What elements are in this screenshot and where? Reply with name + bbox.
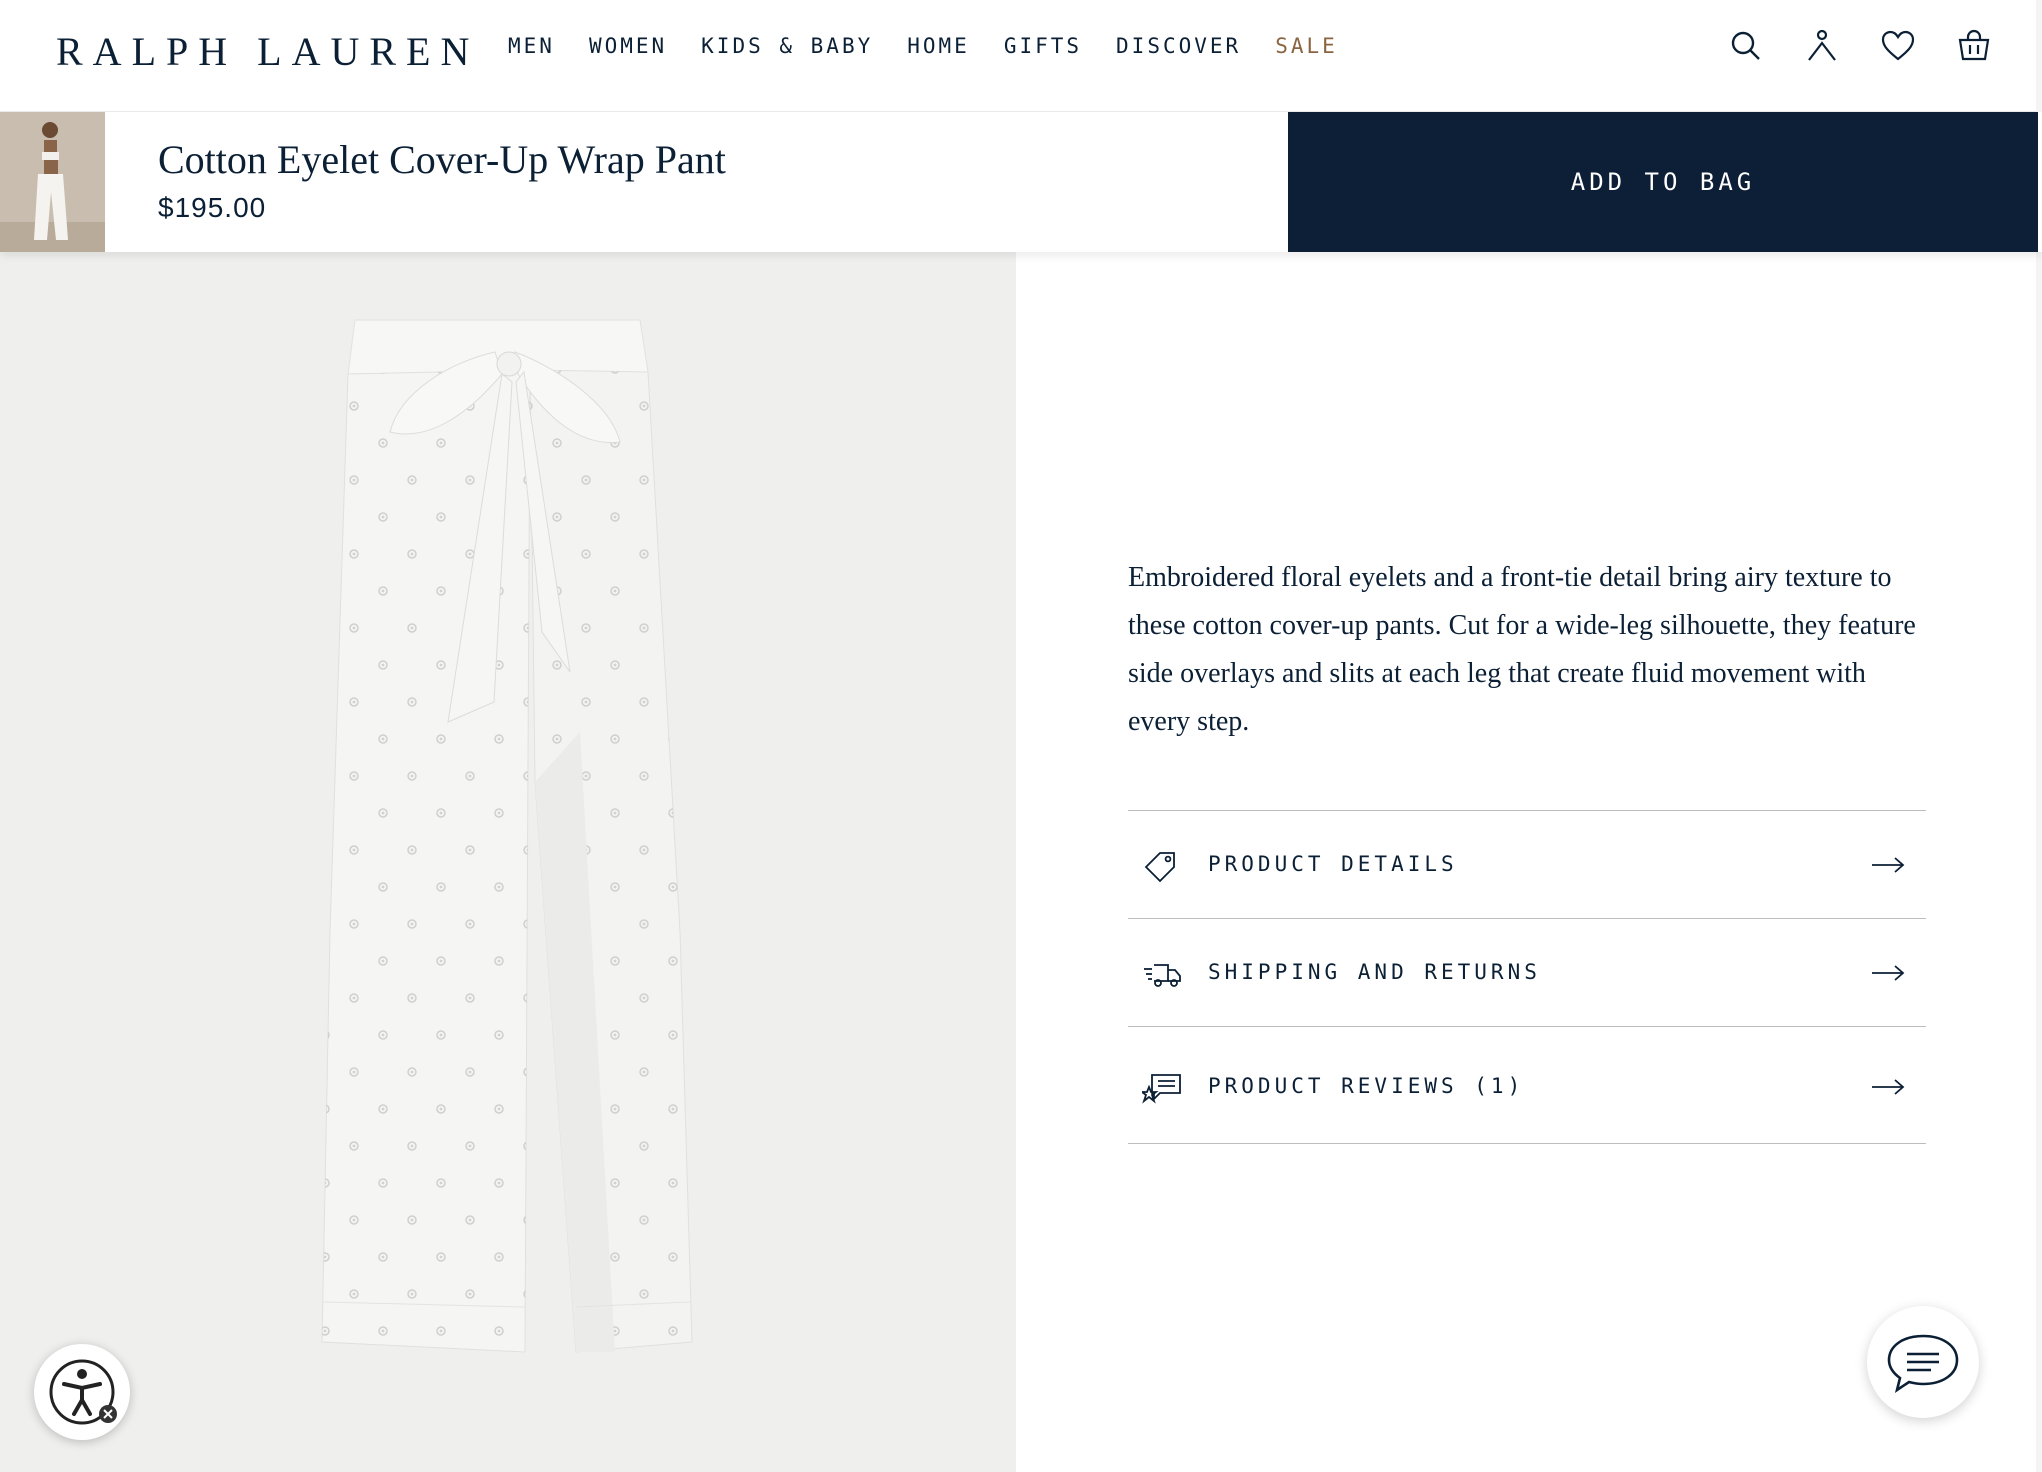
header-actions: [1728, 28, 1992, 64]
search-icon[interactable]: [1728, 28, 1764, 64]
sticky-product-bar: Cotton Eyelet Cover-Up Wrap Pant $195.00…: [0, 112, 2042, 252]
brand-logo[interactable]: RALPH LAUREN: [56, 28, 479, 75]
product-photo-pants: [321, 319, 693, 1353]
nav-item-discover[interactable]: DISCOVER: [1116, 34, 1241, 58]
arrow-right-icon: [1872, 1079, 1905, 1095]
delivery-truck-icon: [1144, 964, 1181, 987]
accessibility-icon: [49, 1359, 117, 1425]
nav-item-home[interactable]: HOME: [907, 34, 970, 58]
accordion-label: PRODUCT DETAILS: [1208, 852, 1458, 876]
nav-item-kids-baby[interactable]: KIDS & BABY: [701, 34, 873, 58]
accordion-label: SHIPPING AND RETURNS: [1208, 960, 1541, 984]
sticky-product-price: $195.00: [158, 192, 267, 223]
add-to-bag-button[interactable]: ADD TO BAG: [1288, 112, 2038, 252]
nav-item-women[interactable]: WOMEN: [589, 34, 667, 58]
accordion-product-reviews[interactable]: PRODUCT REVIEWS (1): [1128, 1026, 1926, 1144]
accessibility-widget-button[interactable]: [34, 1344, 130, 1440]
chat-bubble-icon: [1887, 1334, 1959, 1393]
product-thumbnail[interactable]: [0, 112, 105, 252]
accordion-shipping-returns[interactable]: SHIPPING AND RETURNS: [1128, 918, 1926, 1026]
product-details-panel: Embroidered floral eyelets and a front-t…: [1016, 252, 2042, 1472]
site-header: RALPH LAUREN MEN WOMEN KIDS & BABY HOME …: [0, 0, 2042, 112]
arrow-right-icon: [1872, 965, 1905, 981]
accordion-label: PRODUCT REVIEWS (1): [1208, 1074, 1525, 1098]
product-image[interactable]: [0, 252, 1016, 1472]
shopping-bag-icon[interactable]: [1956, 28, 1992, 64]
product-description: Embroidered floral eyelets and a front-t…: [1128, 562, 1916, 737]
nav-item-gifts[interactable]: GIFTS: [1004, 34, 1082, 58]
sticky-product-title: Cotton Eyelet Cover-Up Wrap Pant: [158, 137, 726, 182]
wishlist-heart-icon[interactable]: [1880, 28, 1916, 64]
account-icon[interactable]: [1804, 28, 1840, 64]
reviews-chat-icon: [1142, 1074, 1181, 1104]
chat-widget-button[interactable]: [1867, 1306, 1979, 1418]
nav-item-sale[interactable]: SALE: [1275, 34, 1338, 58]
main-nav: MEN WOMEN KIDS & BABY HOME GIFTS DISCOVE…: [508, 34, 1372, 58]
nav-item-men[interactable]: MEN: [508, 34, 555, 58]
tag-icon: [1144, 852, 1175, 883]
arrow-right-icon: [1872, 857, 1905, 873]
accordion-product-details[interactable]: PRODUCT DETAILS: [1128, 810, 1926, 918]
